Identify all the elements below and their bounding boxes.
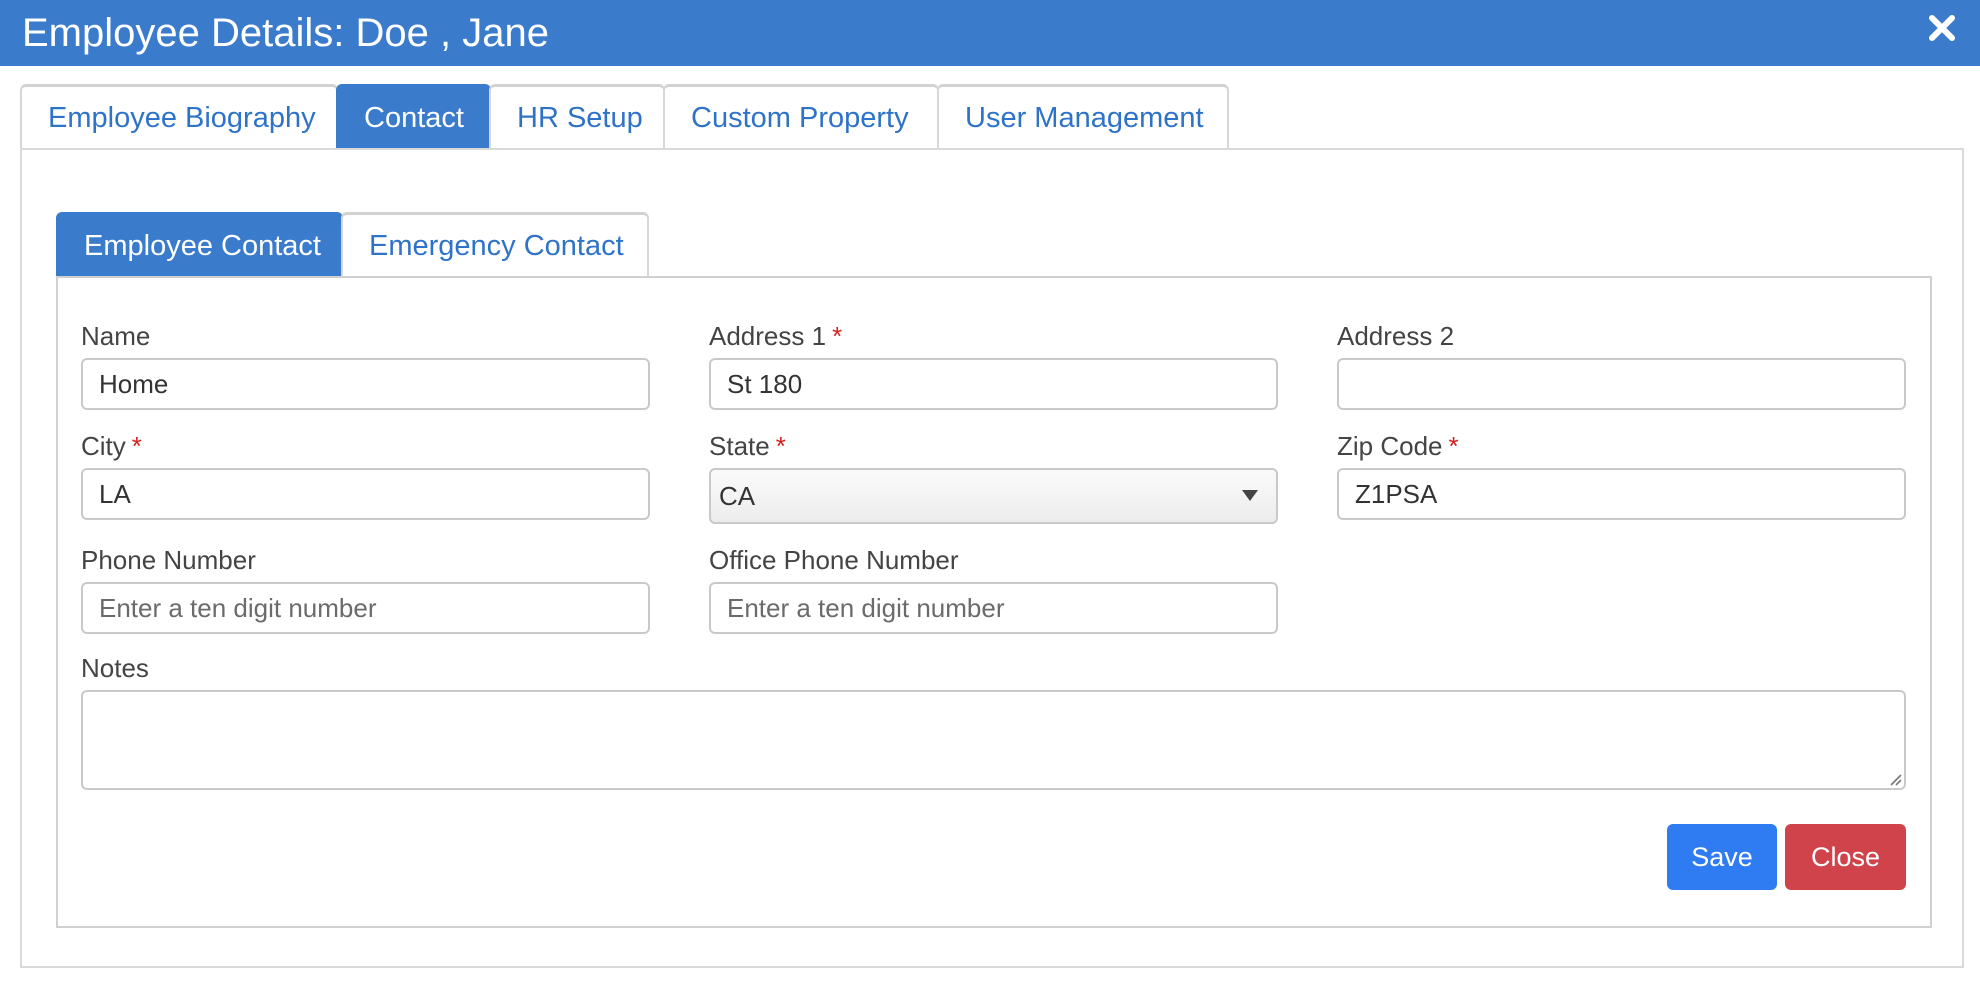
tab-label: Contact	[364, 102, 464, 134]
tab-custom-property[interactable]: Custom Property	[663, 84, 939, 150]
zip-input[interactable]	[1337, 468, 1906, 520]
tab-label: User Management	[965, 102, 1204, 134]
close-button[interactable]: Close	[1785, 824, 1906, 890]
required-marker: *	[1448, 431, 1459, 461]
tab-label: Custom Property	[691, 102, 909, 134]
dialog-title: Employee Details: Doe , Jane	[22, 11, 549, 55]
phone-label-text: Phone Number	[81, 545, 256, 575]
name-label-text: Name	[81, 321, 151, 351]
city-input[interactable]	[81, 468, 650, 520]
address1-label: Address 1 *	[709, 323, 842, 349]
contact-subtabs: Employee Contact Emergency Contact	[56, 212, 649, 278]
tab-employee-biography[interactable]: Employee Biography	[20, 84, 338, 150]
required-marker: *	[832, 321, 843, 351]
address1-input[interactable]	[709, 358, 1278, 410]
zip-label-text: Zip Code	[1337, 431, 1443, 461]
name-label: Name	[81, 323, 150, 349]
tab-emergency-contact[interactable]: Emergency Contact	[341, 212, 649, 278]
office-phone-label: Office Phone Number	[709, 547, 959, 573]
city-label-text: City	[81, 431, 126, 461]
dialog-title-bar: Employee Details: Doe , Jane	[0, 0, 1980, 66]
tab-contact[interactable]: Contact	[336, 84, 491, 150]
zip-label: Zip Code *	[1337, 433, 1459, 459]
notes-textarea[interactable]	[81, 690, 1906, 790]
phone-input[interactable]	[81, 582, 650, 634]
address2-label-text: Address 2	[1337, 321, 1455, 351]
tab-employee-contact[interactable]: Employee Contact	[56, 212, 343, 278]
tab-label: Emergency Contact	[369, 230, 624, 262]
required-marker: *	[131, 431, 142, 461]
notes-label-text: Notes	[81, 653, 149, 683]
close-icon[interactable]	[1922, 8, 1962, 48]
resize-handle-icon[interactable]	[1886, 770, 1902, 786]
phone-label: Phone Number	[81, 547, 256, 573]
required-marker: *	[775, 431, 786, 461]
address2-label: Address 2	[1337, 323, 1454, 349]
office-phone-input[interactable]	[709, 582, 1278, 634]
address1-label-text: Address 1	[709, 321, 827, 351]
save-button[interactable]: Save	[1667, 824, 1777, 890]
state-selected-value: CA	[719, 480, 756, 511]
address2-input[interactable]	[1337, 358, 1906, 410]
tab-user-management[interactable]: User Management	[937, 84, 1229, 150]
tab-label: HR Setup	[517, 102, 643, 134]
state-label-text: State	[709, 431, 770, 461]
tab-hr-setup[interactable]: HR Setup	[489, 84, 665, 150]
city-label: City *	[81, 433, 142, 459]
state-select[interactable]: CA	[709, 468, 1278, 524]
notes-label: Notes	[81, 655, 149, 681]
name-input[interactable]	[81, 358, 650, 410]
main-tabs: Employee Biography Contact HR Setup Cust…	[20, 84, 1229, 150]
chevron-down-icon	[1242, 490, 1258, 501]
office-phone-label-text: Office Phone Number	[709, 545, 959, 575]
tab-label: Employee Contact	[84, 230, 321, 262]
state-label: State *	[709, 433, 786, 459]
tab-label: Employee Biography	[48, 102, 316, 134]
